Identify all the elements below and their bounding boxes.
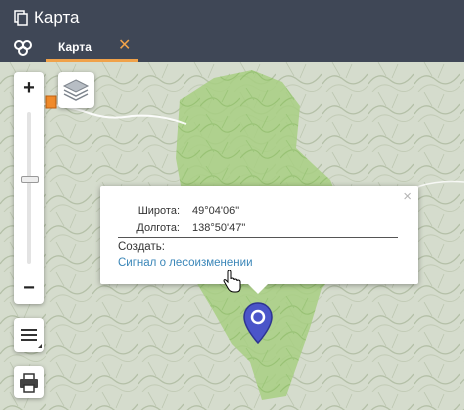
hand-pointer-icon: [223, 270, 241, 293]
tab-map[interactable]: Карта ✕: [46, 36, 138, 62]
latitude-label: Широта:: [137, 205, 180, 217]
coordinates-popup: × Широта: 49°04'06" Долгота: 138°50'47" …: [100, 186, 418, 294]
longitude-value: 138°50'47": [192, 222, 246, 234]
location-marker-icon[interactable]: [242, 302, 274, 344]
longitude-label: Долгота:: [136, 222, 180, 234]
latitude-value: 49°04'06": [192, 205, 240, 217]
layers-button[interactable]: [58, 72, 94, 108]
tab-label: Карта: [58, 40, 92, 54]
window-title: Карта: [34, 8, 80, 27]
tab-close-button[interactable]: ✕: [118, 38, 132, 54]
hamburger-menu-icon: [21, 329, 42, 348]
zoom-slider-track[interactable]: [27, 112, 31, 264]
forest-change-signal-link[interactable]: Сигнал о лесоизменении: [118, 257, 253, 269]
create-label: Создать:: [118, 241, 165, 253]
layers-group-icon[interactable]: [12, 39, 34, 57]
popup-close-button[interactable]: ×: [403, 188, 412, 205]
window-copy-icon: [14, 10, 28, 26]
zoom-control: + −: [14, 72, 44, 304]
zoom-out-button[interactable]: −: [14, 272, 44, 304]
popup-divider: [118, 237, 398, 238]
zoom-in-button[interactable]: +: [14, 72, 44, 104]
layers-icon: [62, 79, 90, 101]
print-button[interactable]: [14, 366, 44, 398]
menu-button[interactable]: [14, 318, 44, 352]
tab-bar: Карта ✕: [0, 36, 464, 62]
title-bar: Карта: [0, 0, 464, 36]
zoom-slider-handle[interactable]: [21, 176, 39, 183]
printer-icon: [20, 373, 38, 393]
